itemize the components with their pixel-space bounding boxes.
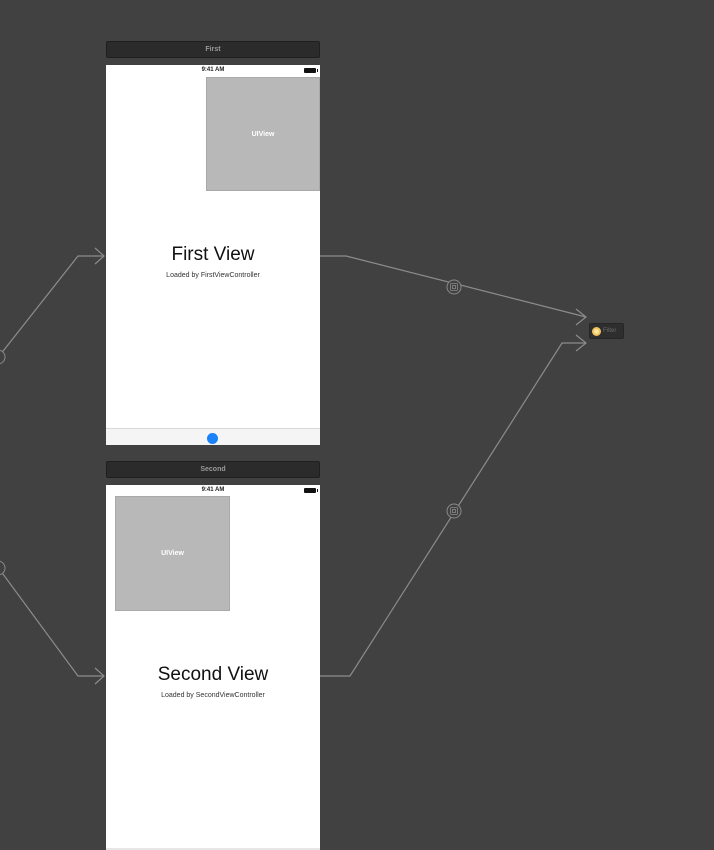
status-bar: 9:41 AM <box>106 65 320 77</box>
second-scene-title: Second <box>200 466 226 473</box>
status-time: 9:41 AM <box>201 67 225 73</box>
incoming-segue-second <box>0 569 104 677</box>
storyboard-canvas[interactable]: First 9:41 AM UIView First View Loaded b… <box>0 0 714 850</box>
filter-scene-chip[interactable]: Filter <box>589 323 624 339</box>
first-view-subtitle: Loaded by FirstViewController <box>166 272 260 279</box>
tab-bar[interactable] <box>106 428 320 445</box>
status-time: 9:41 AM <box>201 487 225 493</box>
second-view-subtitle: Loaded by SecondViewController <box>161 692 265 699</box>
second-uiview[interactable]: UIView <box>115 496 230 611</box>
tab-item-dot-icon[interactable] <box>207 433 218 444</box>
first-scene-title: First <box>205 46 221 53</box>
filter-label: Filter <box>603 328 617 334</box>
battery-icon <box>304 488 318 493</box>
first-view-heading: First View <box>171 244 255 265</box>
uiview-label: UIView <box>161 550 184 557</box>
first-view-controller[interactable]: 9:41 AM UIView First View Loaded by Firs… <box>106 65 320 445</box>
battery-icon <box>304 68 318 73</box>
second-view-heading: Second View <box>157 664 269 685</box>
first-scene-title-bar[interactable]: First <box>106 41 320 58</box>
uiview-label: UIView <box>251 130 275 138</box>
partial-segue-icon-left <box>0 349 6 576</box>
relationship-segue-icon[interactable] <box>446 279 462 295</box>
second-scene-title-bar[interactable]: Second <box>106 461 320 478</box>
filter-icon <box>592 326 601 336</box>
second-view-controller[interactable]: 9:41 AM UIView Second View Loaded by Sec… <box>106 485 320 850</box>
first-uiview[interactable]: UIView <box>206 77 320 191</box>
incoming-segue-first <box>0 255 104 356</box>
relationship-segue-icon[interactable] <box>446 503 462 519</box>
